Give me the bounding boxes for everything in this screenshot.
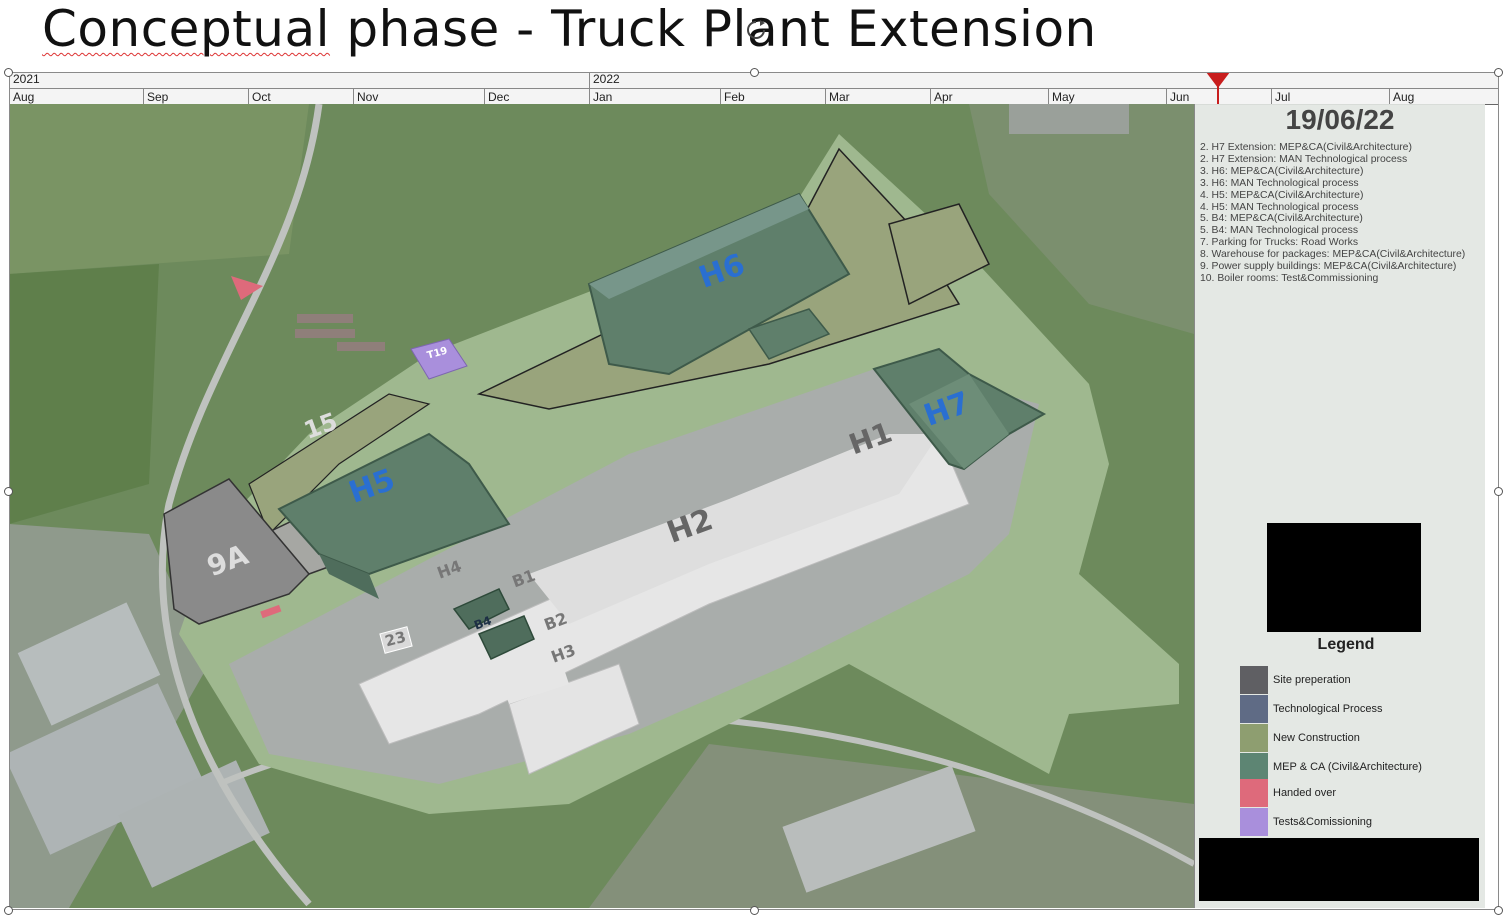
resize-handle-top-right[interactable]: [1494, 68, 1503, 77]
resize-handle-middle-left[interactable]: [4, 487, 13, 496]
resize-handle-bottom-center[interactable]: [750, 906, 759, 915]
rotate-handle-icon[interactable]: [745, 19, 767, 41]
resize-handle-bottom-left[interactable]: [4, 906, 13, 915]
resize-handle-bottom-right[interactable]: [1494, 906, 1503, 915]
selection-frame[interactable]: [9, 72, 1499, 910]
resize-handle-top-left[interactable]: [4, 68, 13, 77]
resize-handle-middle-right[interactable]: [1494, 487, 1503, 496]
resize-handle-top-center[interactable]: [750, 68, 759, 77]
slide-title[interactable]: Conceptual phase - Truck Plant Extension: [42, 0, 1097, 58]
title-rest: phase - Truck Plant Extension: [330, 0, 1097, 58]
title-word-spellcheck: Conceptual: [42, 0, 331, 58]
